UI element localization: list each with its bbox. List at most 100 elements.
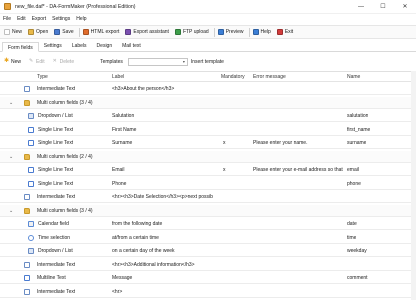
time-field-icon [28,234,34,241]
minimize-button[interactable]: — [350,0,372,14]
vertical-scrollbar[interactable] [411,71,416,300]
tab-strip: Form fields Settings Labels Design Mail … [0,41,416,52]
field-toolbar: ✱ New ✎ Edit ✕ Delete Templates ▾ Insert… [0,55,416,68]
table-row[interactable]: Calendar field from the following date dat… [0,218,416,230]
help-icon [252,29,259,35]
field-type-cell: Intermediate Text [37,261,76,268]
new-field-button[interactable]: ✱ New [4,58,21,65]
tab-design[interactable]: Design [92,41,118,51]
html-export-icon [82,29,89,35]
new-button[interactable]: New [4,27,22,37]
field-label-cell: <h3>About the person</h3> [112,86,175,92]
field-error-cell [253,218,345,230]
field-name-cell: weekday [347,248,367,254]
field-label-cell: from the following date [112,221,163,227]
field-type-cell: Intermediate Text [37,194,76,200]
group-row[interactable]: ⌄ Multi column fields (3 / 4) [0,96,416,109]
star-icon: ✱ [4,58,10,64]
field-type-cell: Intermediate Text [37,288,76,295]
ftp-upload-button[interactable]: FTP upload [174,27,209,37]
field-error-cell [253,191,345,203]
table-row[interactable]: Multiline Text Message comment [0,272,416,284]
cal-field-icon [28,221,34,227]
field-error-cell [253,286,345,298]
text-field-icon [24,261,30,268]
menu-edit[interactable]: Edit [17,16,26,22]
field-type-cell: Time selection [38,234,71,241]
field-label-cell: <hr><h3>Date Selection</h3><p>next possi… [112,194,213,200]
edit-field-button[interactable]: ✎ Edit [29,59,45,65]
column-header-type[interactable]: Type [37,72,48,82]
column-header-error[interactable]: Error message [253,72,286,82]
table-row[interactable]: Single Line Text Surname x Please enter you… [0,137,416,149]
menu-export[interactable]: Export [32,16,46,22]
field-name-cell: date [347,221,357,227]
help-button[interactable]: Help [252,27,271,37]
pencil-icon: ✎ [29,58,34,64]
field-name-cell: surname [347,140,367,146]
exit-button[interactable]: Exit [276,27,293,37]
open-button[interactable]: Open [28,27,48,37]
tab-mail-text[interactable]: Mail text [117,41,146,51]
field-error-cell [253,83,345,95]
table-row[interactable]: Intermediate Text <hr><h3>Date Selection<… [0,191,416,203]
column-header-name[interactable]: Name [347,72,360,82]
tab-form-fields[interactable]: Form fields [2,42,39,52]
close-button[interactable]: ✕ [394,0,416,14]
html-export-button[interactable]: HTML export [82,27,119,37]
tab-settings[interactable]: Settings [39,41,67,51]
table-row[interactable]: Dropdown / List on a certain day of the w… [0,245,416,257]
field-type-cell: Dropdown / List [38,113,73,119]
main-toolbar: New Open Save HTML export Export assistant FT… [0,25,416,39]
folder-icon [24,99,30,106]
preview-button[interactable]: Preview [217,27,244,37]
single-field-icon [28,126,34,133]
chevron-down-icon[interactable]: ⌄ [9,151,13,163]
templates-dropdown[interactable]: ▾ [127,57,188,66]
save-icon [54,29,61,35]
delete-icon: ✕ [52,58,57,64]
toolbar-separator [78,27,80,37]
field-error-cell [253,259,345,271]
window-controls: — ☐ ✕ [350,0,416,14]
grid-header: Type Label Mandatory Error message Name [0,72,416,82]
table-row[interactable]: Intermediate Text <hr><h3>Additional info… [0,259,416,271]
menu-help[interactable]: Help [76,16,86,22]
field-error-cell [253,110,345,122]
menu-settings[interactable]: Settings [52,16,70,22]
menu-file[interactable]: File [3,16,11,22]
field-type-cell: Single Line Text [38,140,74,146]
export-assistant-button[interactable]: Export assistant [125,27,169,37]
table-row[interactable]: Single Line Text Phone phone [0,178,416,190]
field-error-cell [253,245,345,257]
drop-field-icon [28,248,34,254]
toolbar-separator [213,27,215,37]
chevron-down-icon[interactable]: ⌄ [9,205,13,217]
preview-icon [217,29,224,35]
delete-field-button[interactable]: ✕ Delete [53,59,74,65]
column-header-mandatory[interactable]: Mandatory [221,72,245,82]
column-header-label[interactable]: Label [112,72,124,82]
tab-labels[interactable]: Labels [67,41,92,51]
chevron-down-icon[interactable]: ⌄ [9,97,13,109]
group-row[interactable]: ⌄ Multi column fields (3 / 4) [0,204,416,217]
field-label-cell: Surname [112,140,133,146]
single-field-icon [28,180,34,187]
single-field-icon [28,167,34,173]
table-row[interactable]: Dropdown / List Salutation salutation [0,110,416,122]
save-button[interactable]: Save [54,27,74,37]
group-row[interactable]: ⌄ Multi column fields (2 / 4) [0,150,416,163]
field-label-cell: at/from a certain time [112,234,159,241]
maximize-button[interactable]: ☐ [372,0,394,14]
table-row[interactable]: Time selection at/from a certain time time [0,232,416,244]
insert-template-button[interactable]: Insert template [191,59,224,65]
field-type-cell: Single Line Text [38,126,74,133]
text-field-icon [24,86,30,92]
field-type-cell: Intermediate Text [37,86,76,92]
table-row[interactable]: Single Line Text First Name first_name [0,124,416,136]
new-file-icon [4,29,10,35]
table-row[interactable]: Intermediate Text <hr> [0,286,416,298]
table-row[interactable]: Intermediate Text <h3>About the person</h… [0,83,416,95]
field-label-cell: Phone [112,180,127,187]
table-row[interactable]: Single Line Text Email x Please enter your … [0,164,416,176]
